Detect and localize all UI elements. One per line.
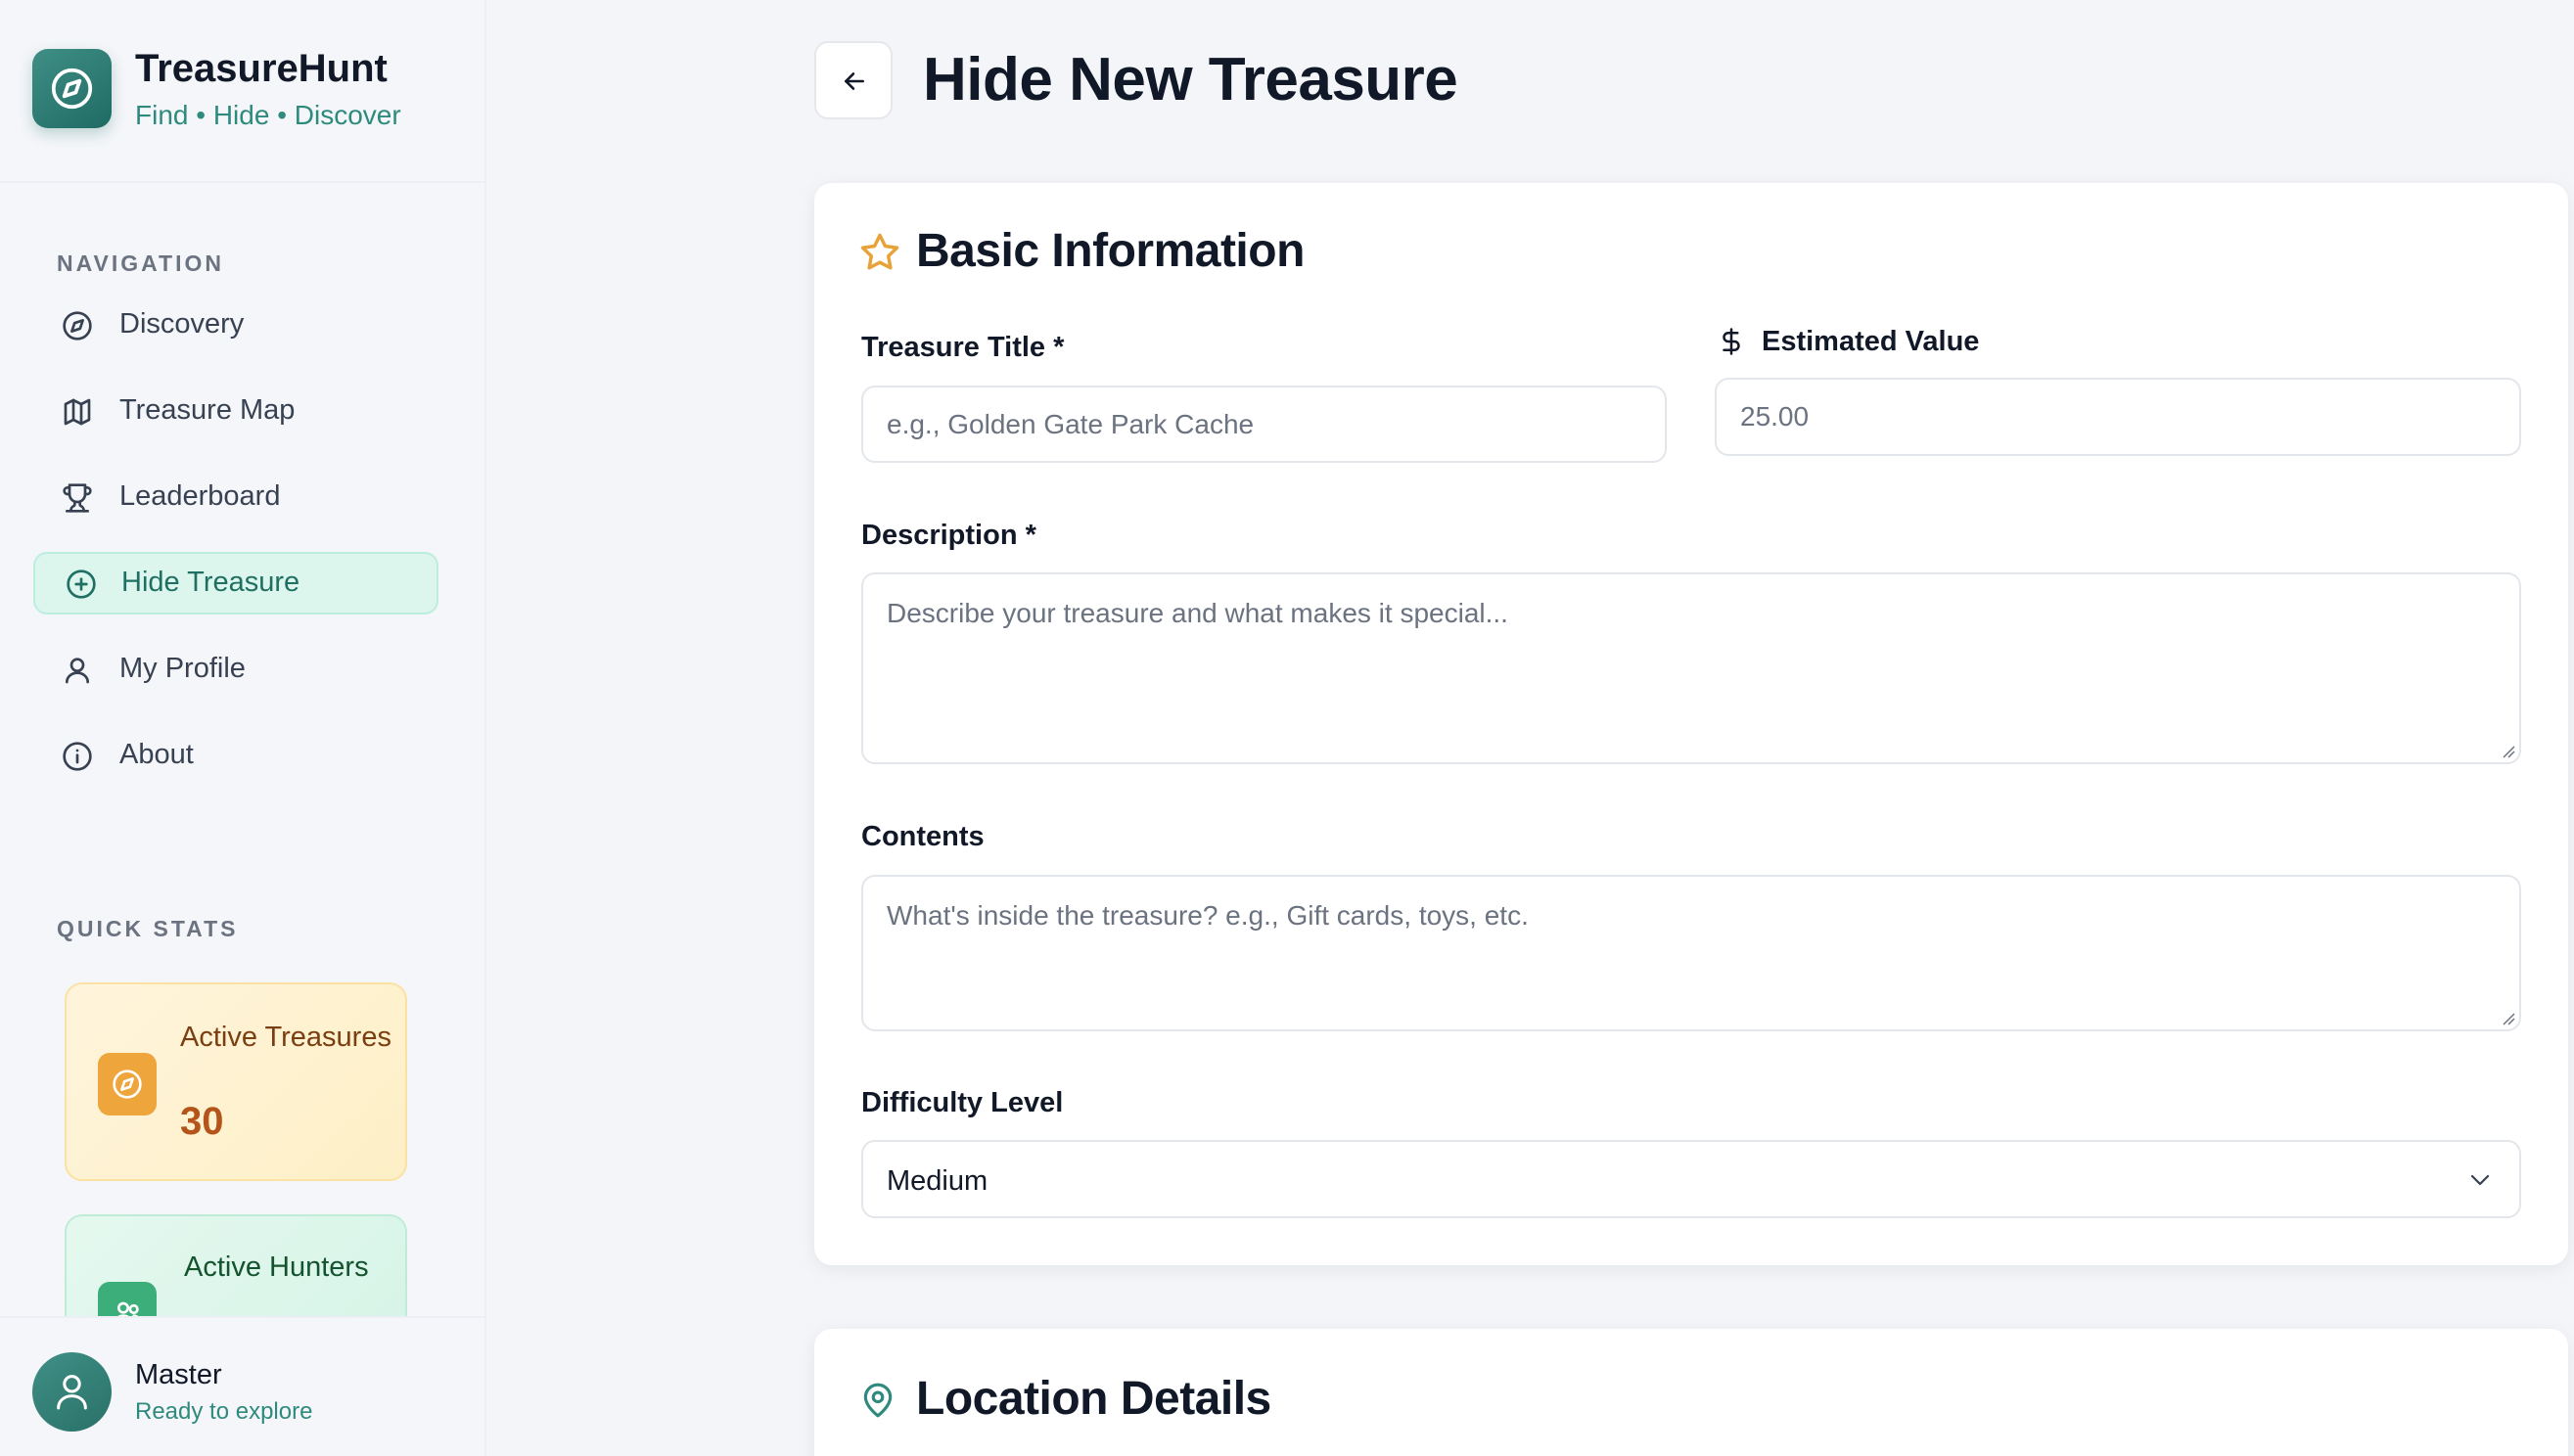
sidebar-item-label: My Profile — [119, 653, 246, 684]
estimated-value-input[interactable] — [1715, 378, 2521, 456]
sidebar-item-label: Treasure Map — [119, 394, 296, 426]
location-details-card: Location Details — [814, 1329, 2568, 1456]
contents-label: Contents — [861, 821, 985, 852]
sidebar-item-label: About — [119, 739, 194, 770]
user-status: Ready to explore — [135, 1398, 313, 1425]
treasure-title-input[interactable] — [861, 386, 1667, 463]
star-icon — [859, 232, 900, 273]
sidebar-item-my-profile[interactable]: My Profile — [33, 638, 438, 701]
treasure-title-label: Treasure Title * — [861, 332, 1065, 363]
map-icon — [62, 396, 93, 428]
sidebar-item-treasure-map[interactable]: Treasure Map — [33, 380, 438, 442]
estimated-value-label: Estimated Value — [1762, 326, 1980, 357]
stat-label: Active Treasures — [180, 1022, 391, 1053]
avatar[interactable] — [32, 1352, 112, 1432]
info-icon — [62, 741, 93, 772]
description-label: Description * — [861, 520, 1036, 551]
sidebar-item-hide-treasure[interactable]: Hide Treasure — [33, 552, 438, 614]
user-icon — [62, 655, 93, 686]
resize-handle-icon[interactable] — [2502, 1012, 2515, 1025]
page-title: Hide New Treasure — [923, 46, 1458, 114]
description-textarea[interactable] — [861, 572, 2521, 764]
plus-circle-icon — [66, 569, 97, 600]
brand-header: TreasureHunt Find • Hide • Discover — [0, 0, 484, 183]
contents-textarea[interactable] — [861, 875, 2521, 1031]
sidebar-item-label: Leaderboard — [119, 480, 281, 512]
sidebar-item-label: Discovery — [119, 308, 245, 340]
back-button[interactable] — [814, 41, 893, 119]
compass-icon — [98, 1053, 157, 1115]
user-footer[interactable]: Master Ready to explore — [0, 1316, 484, 1456]
trophy-icon — [62, 482, 93, 514]
resize-handle-icon[interactable] — [2502, 745, 2515, 758]
basic-information-card: Basic Information Treasure Title * Estim… — [814, 183, 2568, 1265]
app-name: TreasureHunt — [135, 47, 388, 90]
sidebar-item-about[interactable]: About — [33, 724, 438, 787]
sidebar-item-discovery[interactable]: Discovery — [33, 294, 438, 356]
difficulty-label: Difficulty Level — [861, 1087, 1064, 1118]
stat-value: 30 — [180, 1100, 224, 1143]
sidebar-item-label: Hide Treasure — [121, 567, 300, 598]
dollar-icon — [1717, 326, 1746, 357]
nav-section-heading: NAVIGATION — [57, 250, 224, 276]
sidebar-item-leaderboard[interactable]: Leaderboard — [33, 466, 438, 528]
compass-logo-icon[interactable] — [32, 49, 112, 128]
stat-card-active-treasures: Active Treasures 30 — [65, 982, 407, 1181]
difficulty-selected-value: Medium — [887, 1165, 988, 1197]
stats-section-heading: QUICK STATS — [57, 916, 239, 941]
map-pin-icon — [859, 1380, 896, 1421]
user-name: Master — [135, 1359, 222, 1390]
difficulty-select[interactable]: Medium — [861, 1140, 2521, 1218]
sidebar: TreasureHunt Find • Hide • Discover NAVI… — [0, 0, 486, 1456]
app-tagline: Find • Hide • Discover — [135, 100, 401, 130]
section-heading: Basic Information — [916, 225, 1305, 277]
section-heading: Location Details — [916, 1373, 1271, 1425]
stat-label: Active Hunters — [184, 1251, 369, 1283]
compass-icon — [62, 310, 93, 341]
